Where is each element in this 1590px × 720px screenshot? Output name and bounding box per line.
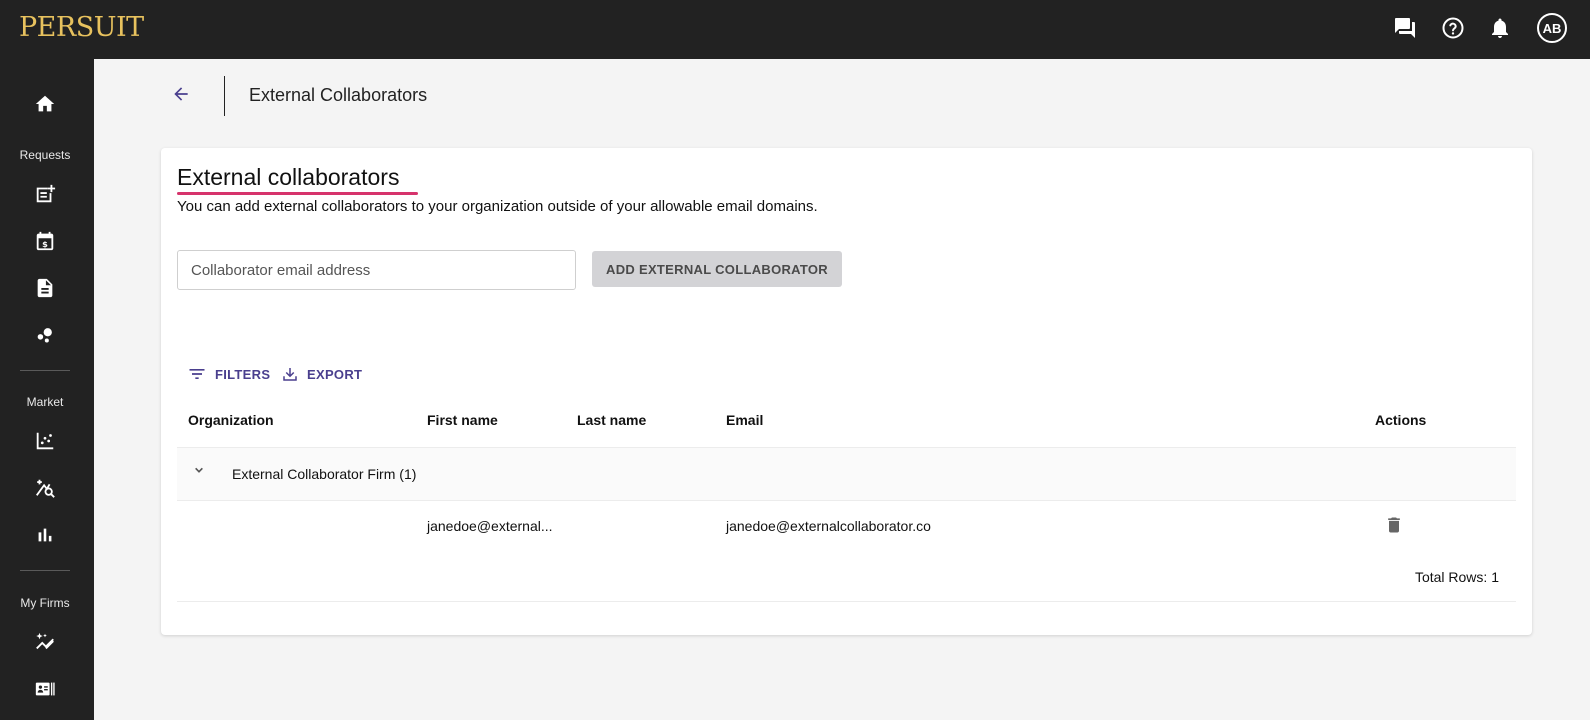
billing-calendar-icon[interactable]: $ [34,230,56,252]
column-header-organization[interactable]: Organization [188,412,274,428]
card-description: You can add external collaborators to yo… [177,198,818,215]
back-arrow-icon[interactable] [171,84,191,104]
market-search-icon[interactable] [34,477,56,499]
sidebar-divider [20,370,70,371]
row-divider [177,500,1516,501]
group-label: External Collaborator Firm (1) [232,466,417,482]
sidebar-section-requests: Requests [19,148,71,162]
chat-icon[interactable] [1392,15,1418,41]
export-button[interactable]: EXPORT [281,363,362,385]
top-bar: PERSUIT AB [0,0,1590,59]
help-icon[interactable] [1440,15,1466,41]
column-header-actions: Actions [1375,412,1427,428]
column-header-first-name[interactable]: First name [427,412,498,428]
page-title: External Collaborators [249,85,428,105]
sidebar-section-my-firms: My Firms [20,596,70,610]
scatter-chart-icon[interactable] [34,430,56,452]
external-collaborators-card: External collaborators You can add exter… [161,148,1532,635]
header-divider [224,76,225,116]
export-label: EXPORT [307,366,363,382]
total-rows: Total Rows: 1 [1414,569,1499,585]
chevron-down-icon[interactable] [189,460,209,480]
card-title: External collaborators [177,164,400,190]
bar-chart-icon[interactable] [34,524,56,546]
filters-label: FILTERS [215,366,271,382]
sidebar-divider [20,570,70,571]
new-request-icon[interactable] [34,183,56,205]
sidebar-section-market: Market [26,395,64,409]
delete-trash-icon[interactable] [1384,514,1404,536]
table-bottom-divider [177,601,1516,602]
document-icon[interactable] [34,277,56,299]
cell-first-name: janedoe@external... [427,518,553,534]
filter-icon [189,369,205,379]
column-header-last-name[interactable]: Last name [577,412,646,428]
firm-cards-icon[interactable] [34,678,56,700]
cell-email: janedoe@externalcollaborator.co [726,518,931,534]
user-avatar[interactable]: AB [1537,13,1567,43]
download-icon [283,368,297,381]
sparkle-trend-icon[interactable] [34,631,56,653]
add-external-collaborator-button[interactable]: ADD EXTERNAL COLLABORATOR [592,251,842,287]
persuit-logo[interactable]: PERSUIT [19,12,144,44]
collaborator-email-input[interactable] [177,250,576,290]
filters-button[interactable]: FILTERS [187,363,270,385]
svg-text:$: $ [42,239,48,249]
title-underline [177,192,418,195]
bubbles-icon[interactable] [34,324,56,346]
sidebar: Requests $ Market My Firms [0,59,94,720]
notifications-bell-icon[interactable] [1487,15,1513,41]
column-header-email[interactable]: Email [726,412,763,428]
home-icon[interactable] [34,93,56,115]
